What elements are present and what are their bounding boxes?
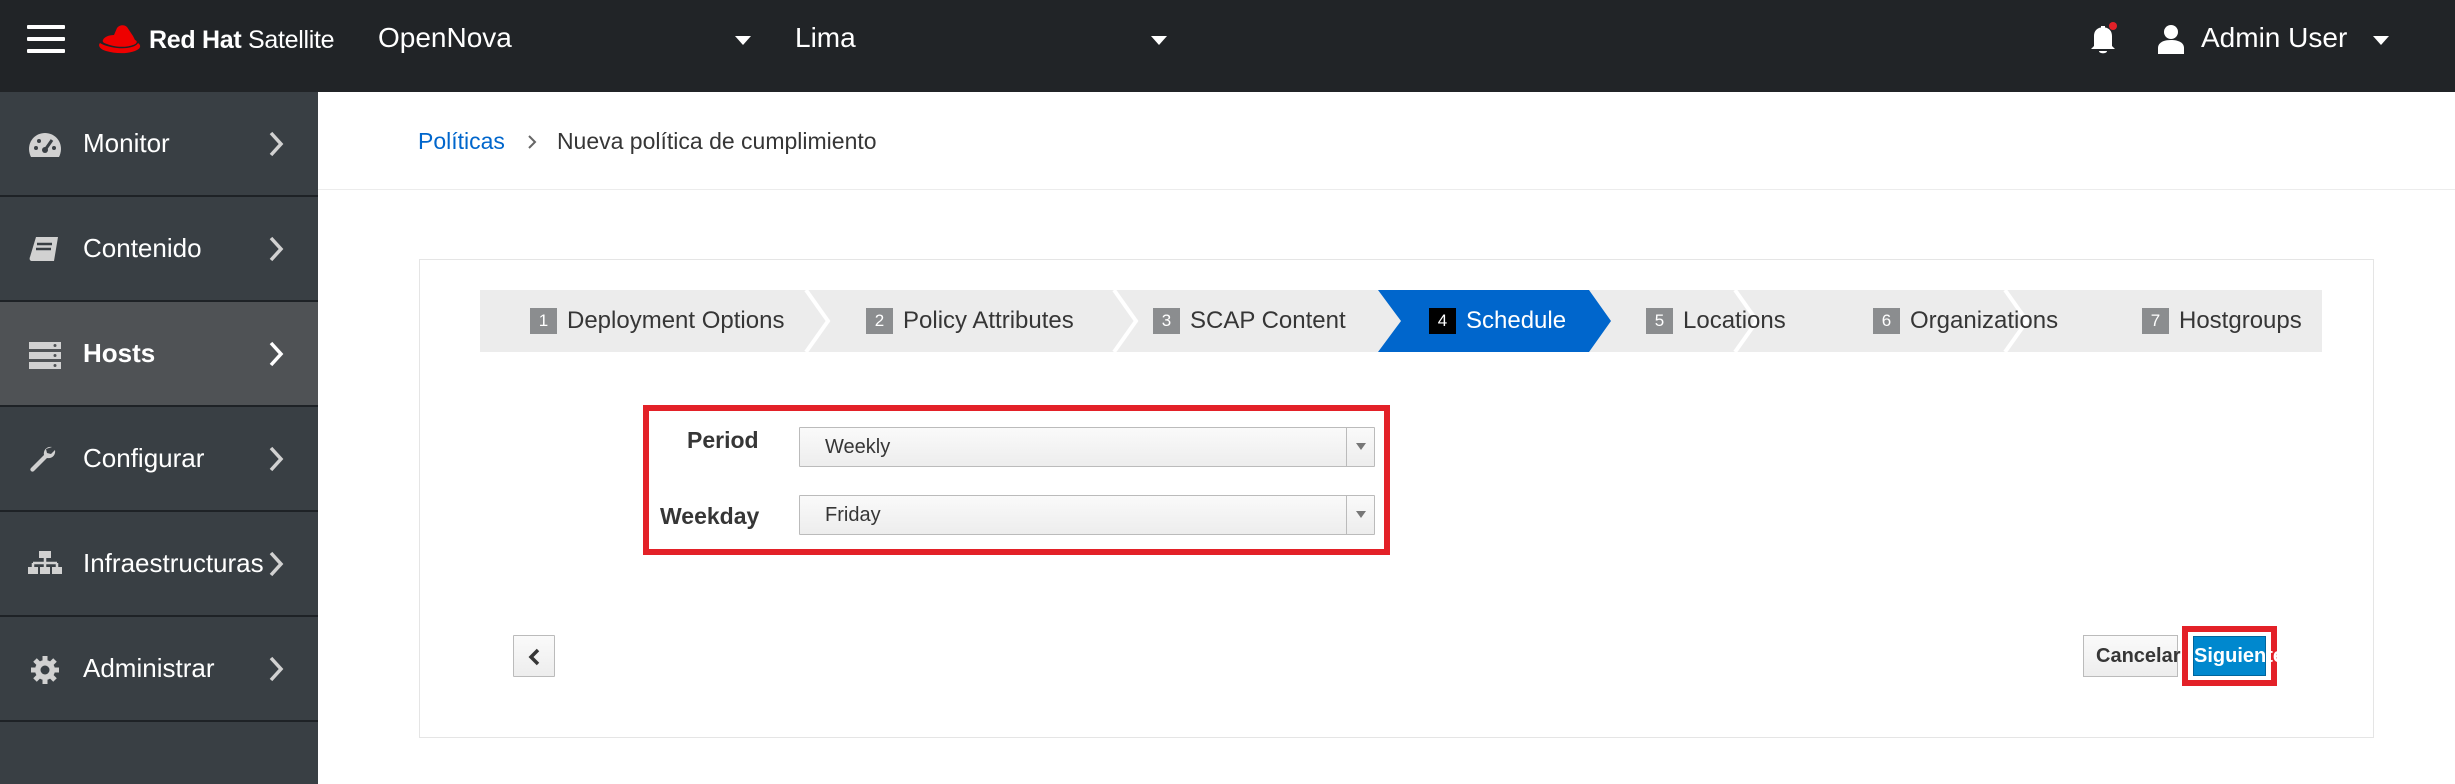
- nav-item-hosts[interactable]: Hosts: [0, 302, 318, 407]
- brand-logo[interactable]: Red Hat Satellite: [97, 20, 335, 60]
- weekday-select[interactable]: Friday: [799, 495, 1375, 535]
- chevron-right-icon: [269, 341, 284, 367]
- masthead: Red Hat Satellite OpenNova Lima Admin Us…: [0, 0, 2455, 92]
- nav-label: Infraestructuras: [83, 548, 264, 578]
- nav-item-configurar[interactable]: Configurar: [0, 407, 318, 512]
- step-label: Policy Attributes: [903, 307, 1074, 334]
- nav-label: Configurar: [83, 443, 205, 473]
- main-content: Políticas Nueva política de cumplimiento…: [318, 92, 2455, 784]
- user-menu[interactable]: Admin User: [2201, 22, 2347, 54]
- back-button[interactable]: [513, 635, 555, 677]
- sitemap-icon: [28, 551, 62, 574]
- step-label: SCAP Content: [1190, 307, 1346, 334]
- gear-icon: [31, 656, 59, 684]
- next-button[interactable]: Siguiente: [2193, 636, 2284, 676]
- caret-down-icon[interactable]: [1151, 36, 1167, 45]
- breadcrumb-current: Nueva política de cumplimiento: [556, 128, 877, 154]
- brand-bold: Red Hat: [149, 25, 242, 54]
- step-label: Schedule: [1466, 307, 1567, 334]
- chevron-right-icon: [269, 236, 284, 262]
- book-icon: [29, 237, 58, 261]
- breadcrumb: Políticas Nueva política de cumplimiento: [418, 128, 877, 155]
- user-icon[interactable]: [2158, 24, 2184, 54]
- redhat-logo: [99, 25, 141, 54]
- highlight-box-schedule-form: Period Weekly Weekday Friday: [643, 405, 1390, 555]
- caret-down-icon[interactable]: [2373, 36, 2389, 45]
- divider: [318, 189, 2455, 190]
- nav-item-monitor[interactable]: Monitor: [0, 92, 318, 197]
- nav-label: Hosts: [83, 338, 156, 368]
- bell-icon[interactable]: [2088, 22, 2118, 56]
- organization-selector[interactable]: OpenNova: [378, 22, 512, 54]
- dashboard-icon: [29, 133, 61, 157]
- weekday-select-value: Friday: [825, 504, 881, 526]
- wizard-step-deployment-options[interactable]: 1 Deployment Options: [530, 290, 784, 352]
- wizard-step-scap-content[interactable]: 3 SCAP Content: [1153, 290, 1346, 352]
- server-icon: [29, 342, 61, 369]
- nav-item-administrar[interactable]: Administrar: [0, 617, 318, 722]
- step-number: 7: [2142, 308, 2169, 334]
- period-select[interactable]: Weekly: [799, 427, 1375, 467]
- wizard-steps: 1 Deployment Options 2 Policy Attributes…: [480, 290, 2322, 352]
- step-number: 1: [530, 308, 557, 334]
- step-number: 3: [1153, 308, 1180, 334]
- chevron-left-icon: [528, 648, 540, 666]
- caret-down-icon[interactable]: [735, 36, 751, 45]
- period-label: Period: [687, 427, 759, 453]
- step-label: Organizations: [1910, 307, 2059, 334]
- form-row-period: Period Weekly: [649, 419, 1384, 469]
- step-number: 4: [1429, 308, 1456, 334]
- chevron-down-icon[interactable]: [1346, 496, 1374, 534]
- chevron-right-icon: [269, 551, 284, 577]
- nav-label: Contenido: [83, 233, 202, 263]
- highlight-box-next: Siguiente: [2182, 626, 2284, 686]
- form-row-weekday: Weekday Friday: [649, 494, 1384, 544]
- weekday-label: Weekday: [660, 503, 760, 529]
- step-number: 5: [1646, 308, 1673, 334]
- hamburger-icon[interactable]: [27, 25, 65, 55]
- nav-label: Administrar: [83, 653, 215, 683]
- chevron-down-icon[interactable]: [1346, 428, 1374, 466]
- chevron-right-icon: [269, 656, 284, 682]
- breadcrumb-link-politicas[interactable]: Políticas: [418, 128, 505, 155]
- nav-item-infraestructuras[interactable]: Infraestructuras: [0, 512, 318, 617]
- wizard-step-hostgroups[interactable]: 7 Hostgroups: [2142, 290, 2302, 352]
- chevron-right-icon: [269, 131, 284, 157]
- wizard-panel: 1 Deployment Options 2 Policy Attributes…: [419, 259, 2374, 738]
- wizard-step-locations[interactable]: 5 Locations: [1646, 290, 1786, 352]
- brand-product: Satellite: [248, 25, 335, 54]
- nav-item-contenido[interactable]: Contenido: [0, 197, 318, 302]
- step-number: 6: [1873, 308, 1900, 334]
- wizard-step-organizations[interactable]: 6 Organizations: [1873, 290, 2058, 352]
- step-label: Locations: [1683, 307, 1786, 334]
- wrench-icon: [30, 446, 56, 472]
- period-select-value: Weekly: [825, 436, 891, 458]
- vertical-nav: Monitor Contenido Hosts Configurar Infra…: [0, 92, 318, 784]
- step-label: Hostgroups: [2179, 307, 2302, 334]
- wizard-step-schedule[interactable]: 4 Schedule: [1429, 290, 1566, 352]
- chevron-right-icon: [528, 134, 537, 149]
- location-selector[interactable]: Lima: [795, 22, 856, 54]
- cancel-button[interactable]: Cancelar: [2083, 635, 2181, 677]
- chevron-right-icon: [269, 446, 284, 472]
- wizard-step-policy-attributes[interactable]: 2 Policy Attributes: [866, 290, 1074, 352]
- nav-label: Monitor: [83, 128, 170, 158]
- step-number: 2: [866, 308, 893, 334]
- step-label: Deployment Options: [567, 307, 785, 334]
